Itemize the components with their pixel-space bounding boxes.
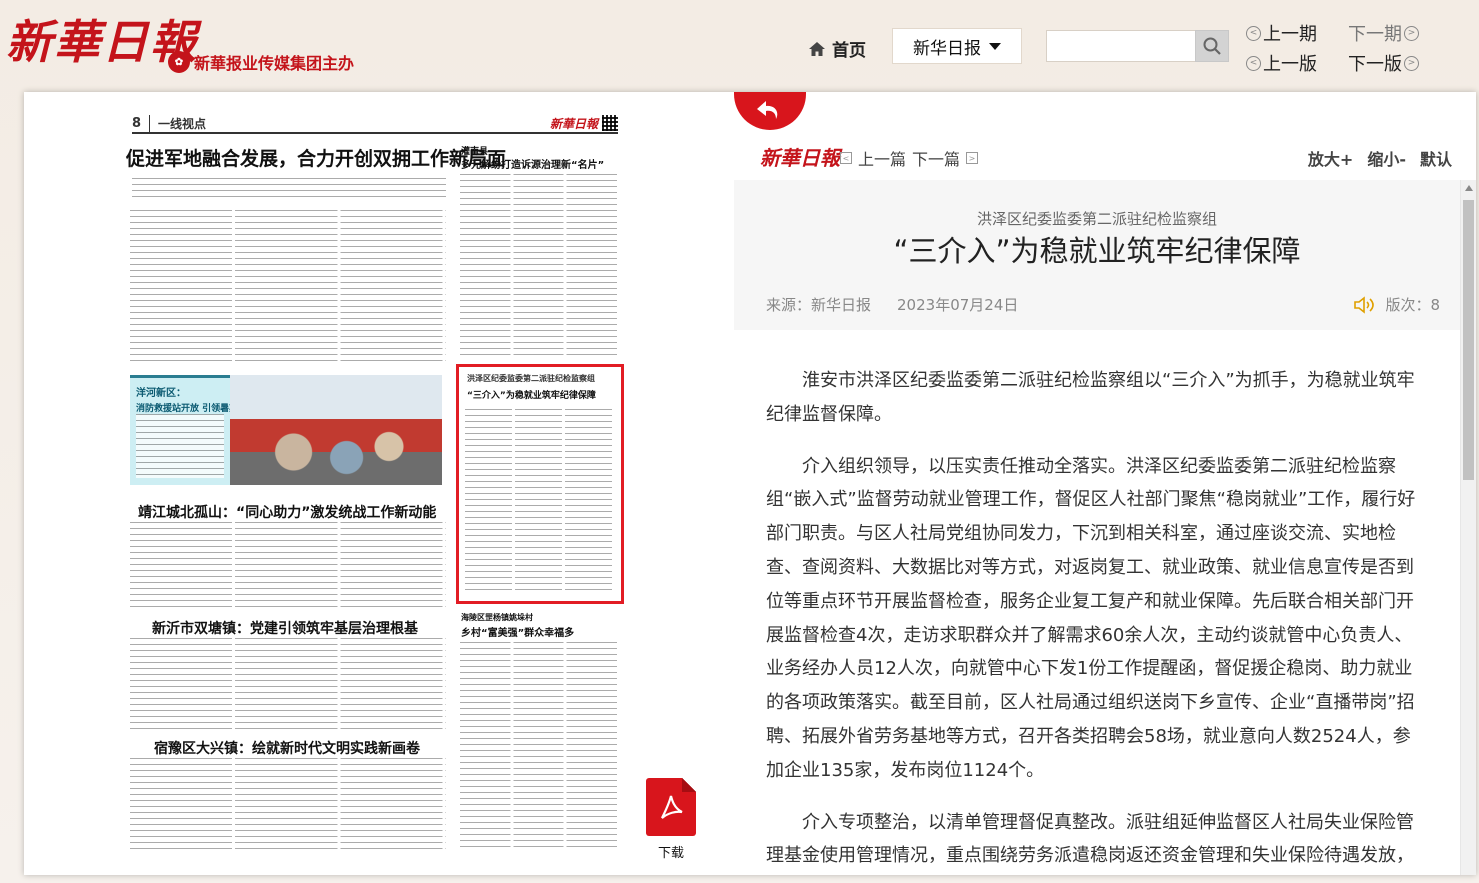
next-issue-label: 下一期 xyxy=(1348,24,1402,45)
zoom-out-button[interactable]: 缩小- xyxy=(1367,146,1406,170)
highlight-box-text xyxy=(136,414,224,478)
zoom-in-button[interactable]: 放大+ xyxy=(1308,146,1353,170)
chevron-right-icon: > xyxy=(1404,55,1419,71)
story-text-2 xyxy=(130,522,446,608)
next-edition-link[interactable]: 下一版 > xyxy=(1348,50,1419,76)
publisher-badge-icon: ✿ xyxy=(168,51,190,73)
speaker-icon[interactable] xyxy=(1353,295,1375,314)
download-button[interactable]: 下载 xyxy=(644,778,698,861)
article-edition: 版次：8 xyxy=(1353,294,1440,315)
headline-1[interactable]: 促进军地融合发展，合力开创双拥工作新局面 xyxy=(126,144,506,171)
page-header: 8 一线视点 新華日報 xyxy=(132,114,618,134)
publisher-tagline: ✿ 新華报业传媒集团主办 xyxy=(168,50,354,74)
zoom-default-button[interactable]: 默认 xyxy=(1420,146,1452,170)
highlight-box[interactable]: 洋河新区： 消防救援站开放 引领暑期体验潮 xyxy=(130,375,266,485)
bottom-story-title[interactable]: 乡村“富美强”群众幸福多 xyxy=(461,624,574,639)
back-arrow-icon xyxy=(757,101,778,119)
bottom-story-text xyxy=(460,642,620,852)
home-label: 首页 xyxy=(832,41,866,61)
article-panel: 新華日報 < 上一篇 下一篇 > 放大+ 缩小- 默认 洪泽区纪委监委第二派驻纪… xyxy=(734,92,1476,875)
zoom-controls: 放大+ 缩小- 默认 xyxy=(1308,146,1452,170)
selected-article-text xyxy=(465,409,615,595)
chevron-down-icon xyxy=(989,42,1001,50)
back-button[interactable] xyxy=(734,92,806,130)
site-header: 新華日報 ✿ 新華报业传媒集团主办 首页 新华日报 < 上一期 下一期 > < … xyxy=(0,0,1479,92)
chevron-left-icon: < xyxy=(1246,55,1261,71)
selected-article-box[interactable]: 洪泽区纪委监委第二派驻纪检监察组 “三介入”为稳就业筑牢纪律保障 xyxy=(456,364,624,604)
headline-3[interactable]: 新沂市双塘镇：党建引领筑牢基层治理根基 xyxy=(152,618,418,638)
edition-label: 版次：8 xyxy=(1385,296,1440,314)
headline-4[interactable]: 宿豫区大兴镇：绘就新时代文明实践新画卷 xyxy=(154,738,420,758)
story-text-3 xyxy=(130,638,446,730)
download-label: 下载 xyxy=(657,846,684,861)
next-issue-link[interactable]: 下一期 > xyxy=(1348,20,1419,46)
story-text xyxy=(130,210,446,366)
news-photo xyxy=(230,375,442,485)
article-paragraph: 介入组织领导，以压实责任推动全落实。洪泽区纪委监委第二派驻纪检监察组“嵌入式”监… xyxy=(766,455,1416,781)
search-icon xyxy=(1203,37,1221,55)
side-story-title[interactable]: 多元解纷打造诉源治理新“名片” xyxy=(461,156,604,171)
home-icon xyxy=(809,41,825,56)
prev-issue-label: 上一期 xyxy=(1263,24,1317,45)
prev-issue-link[interactable]: < 上一期 xyxy=(1246,20,1317,46)
paper-select[interactable]: 新华日报 xyxy=(892,28,1022,64)
article-body[interactable]: 洪泽区纪委监委第二派驻纪检监察组 “三介入”为稳就业筑牢纪律保障 来源：新华日报… xyxy=(734,180,1460,875)
story-text-4 xyxy=(130,758,446,854)
article-text: 淮安市洪泽区纪委监委第二派驻纪检监察组以“三介入”为抓手，为稳就业筑牢纪律监督保… xyxy=(766,364,1416,875)
article-scrollbar[interactable] xyxy=(1460,180,1476,875)
article-meta: 来源：新华日报 2023年07月24日 xyxy=(766,294,1018,315)
qr-code-icon xyxy=(602,115,618,131)
scrollbar-thumb[interactable] xyxy=(1463,200,1474,480)
bottom-story-kicker: 海陵区罡杨镇姚垛村 xyxy=(461,613,533,622)
chevron-right-icon: > xyxy=(1404,25,1419,41)
headline-2[interactable]: 靖江城北孤山：“同心助力”激发统战工作新动能 xyxy=(138,502,436,522)
article-source: 来源：新华日报 xyxy=(766,296,872,314)
paper-select-value: 新华日报 xyxy=(913,38,981,59)
prev-edition-label: 上一版 xyxy=(1263,54,1317,75)
highlight-box-title: 洋河新区： xyxy=(136,388,186,399)
newspaper-page[interactable]: 8 一线视点 新華日報 促进军地融合发展，合力开创双拥工作新局面 灌南县 多元解… xyxy=(24,92,630,875)
page-section: 一线视点 xyxy=(149,114,206,132)
next-edition-label: 下一版 xyxy=(1348,54,1402,75)
article-paragraph: 介入专项整治，以清单管理督促真整改。派驻组延伸监督区人社局失业保险管理基金使用管… xyxy=(766,811,1414,867)
selected-article-kicker: 洪泽区纪委监委第二派驻纪检监察组 xyxy=(467,374,595,383)
search-button[interactable] xyxy=(1195,30,1229,62)
prev-edition-link[interactable]: < 上一版 xyxy=(1246,50,1317,76)
article-nav: < 上一篇 下一篇 > xyxy=(840,146,979,170)
home-link[interactable]: 首页 xyxy=(808,36,866,61)
highlight-box-subtitle: 消防救援站开放 引领暑期体验潮 xyxy=(136,404,266,414)
article-kicker: 洪泽区纪委监委第二派驻纪检监察组 xyxy=(976,210,1217,228)
next-article-link[interactable]: 下一篇 xyxy=(912,146,960,170)
acrobat-logo-icon xyxy=(661,795,683,819)
search-input[interactable] xyxy=(1046,30,1196,62)
article-date: 2023年07月24日 xyxy=(897,296,1019,314)
article-title: “三介入”为稳就业筑牢纪律保障 xyxy=(893,234,1301,268)
reader-frame: 8 一线视点 新華日報 促进军地融合发展，合力开创双拥工作新局面 灌南县 多元解… xyxy=(24,92,1476,875)
prev-article-link[interactable]: 上一篇 xyxy=(858,146,906,170)
publisher-tagline-text: 新華报业传媒集团主办 xyxy=(194,54,355,73)
mini-logo: 新華日報 xyxy=(549,116,598,131)
pdf-icon xyxy=(646,778,696,836)
selected-article-title: “三介入”为稳就业筑牢纪律保障 xyxy=(467,391,596,401)
article-paragraph: 淮安市洪泽区纪委监委第二派驻纪检监察组以“三介入”为抓手，为稳就业筑牢纪律监督保… xyxy=(766,370,1415,425)
side-story-text xyxy=(460,174,620,356)
chevron-right-icon[interactable]: > xyxy=(966,152,979,164)
chevron-left-icon: < xyxy=(1246,25,1261,41)
article-logo: 新華日報 xyxy=(760,146,840,170)
chevron-left-icon[interactable]: < xyxy=(840,152,852,164)
scroll-up-arrow-icon[interactable] xyxy=(1461,180,1477,196)
page-number: 8 xyxy=(132,115,142,131)
lead-text xyxy=(132,178,446,202)
